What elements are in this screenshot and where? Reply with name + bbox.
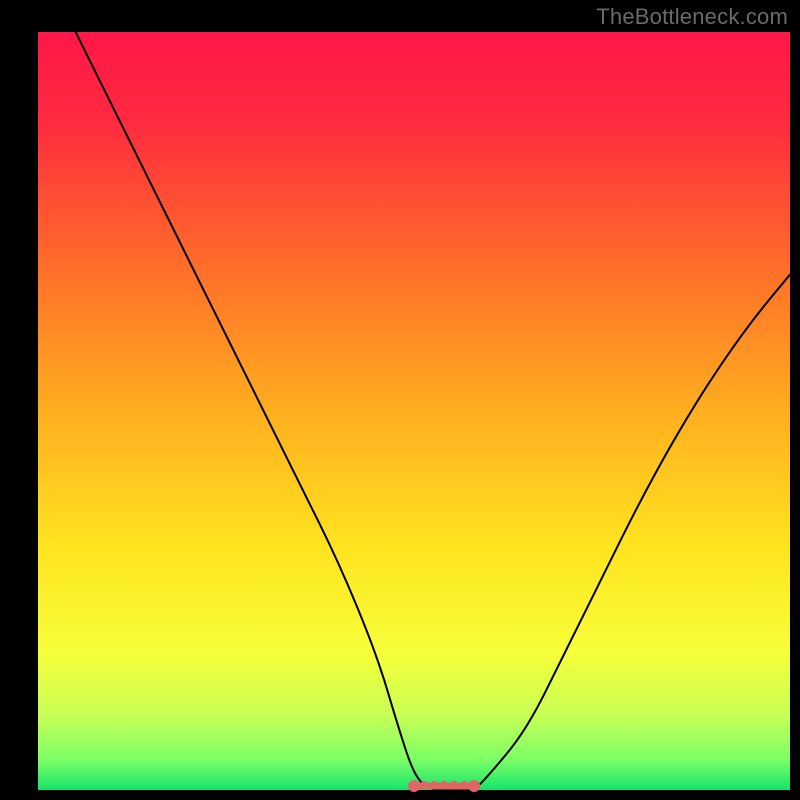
watermark-text: TheBottleneck.com — [596, 4, 788, 30]
bottleneck-chart — [0, 0, 800, 800]
gradient-background — [38, 32, 790, 790]
chart-stage: TheBottleneck.com — [0, 0, 800, 800]
